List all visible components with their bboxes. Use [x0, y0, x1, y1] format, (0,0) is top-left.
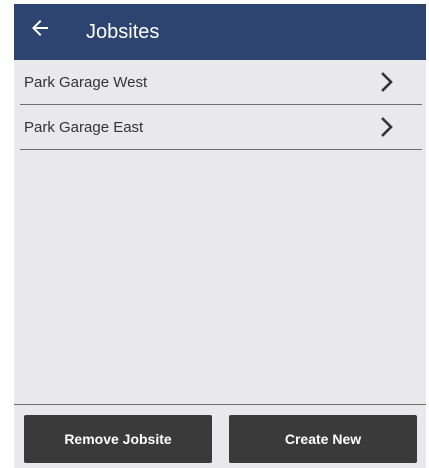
jobsites-screen: Jobsites Park Garage West Park Garage Ea…	[14, 4, 426, 468]
page-title: Jobsites	[86, 21, 160, 43]
chevron-right-icon	[380, 117, 394, 137]
action-bar: Remove Jobsite Create New	[14, 404, 426, 468]
remove-jobsite-button[interactable]: Remove Jobsite	[24, 415, 212, 463]
list-item[interactable]: Park Garage East	[20, 105, 422, 150]
jobsite-name: Park Garage West	[24, 74, 148, 91]
jobsite-name: Park Garage East	[24, 119, 144, 136]
arrow-left-icon[interactable]	[28, 16, 52, 40]
chevron-right-icon	[380, 72, 394, 92]
list-item[interactable]: Park Garage West	[20, 60, 422, 105]
create-new-button[interactable]: Create New	[229, 415, 417, 463]
app-bar: Jobsites	[14, 4, 426, 60]
jobsite-list: Park Garage West Park Garage East	[14, 60, 426, 150]
arrow-left-icon-graphic	[32, 20, 48, 36]
